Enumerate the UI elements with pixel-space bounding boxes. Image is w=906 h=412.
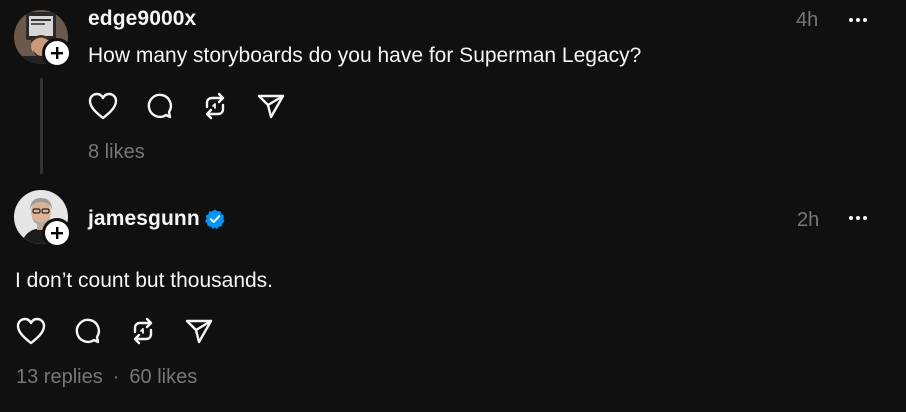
plus-icon: [51, 227, 63, 239]
replies-count[interactable]: 13 replies: [16, 366, 103, 388]
repost-button[interactable]: [198, 89, 232, 123]
likes-count[interactable]: 8 likes: [88, 141, 145, 163]
likes-count[interactable]: 60 likes: [129, 366, 197, 388]
share-button[interactable]: [182, 314, 216, 348]
ellipsis-icon: [849, 18, 867, 22]
username[interactable]: edge9000x: [88, 7, 196, 31]
ellipsis-icon: [849, 216, 867, 220]
share-button[interactable]: [254, 89, 288, 123]
username[interactable]: jamesgunn: [88, 207, 200, 231]
post-stats: 8 likes: [88, 141, 145, 164]
paper-plane-icon: [185, 319, 213, 344]
like-button[interactable]: [86, 89, 120, 123]
reply-button[interactable]: [70, 314, 104, 348]
avatar-container[interactable]: [14, 10, 72, 68]
post-stats: 13 replies · 60 likes: [16, 366, 197, 389]
timestamp[interactable]: 2h: [797, 209, 819, 232]
heart-icon: [16, 317, 46, 345]
action-bar: [86, 89, 288, 123]
plus-icon: [51, 47, 63, 59]
timestamp[interactable]: 4h: [796, 9, 818, 32]
avatar-container[interactable]: [14, 190, 72, 248]
reply-button[interactable]: [142, 89, 176, 123]
more-button[interactable]: [846, 208, 870, 228]
post-text: How many storyboards do you have for Sup…: [88, 44, 642, 67]
follow-button[interactable]: [42, 218, 72, 248]
verified-check-icon: [205, 209, 225, 229]
like-button[interactable]: [14, 314, 48, 348]
repost-icon: [133, 317, 153, 345]
repost-icon: [205, 92, 225, 120]
repost-button[interactable]: [126, 314, 160, 348]
more-button[interactable]: [846, 10, 870, 30]
follow-button[interactable]: [42, 38, 72, 68]
action-bar: [14, 314, 216, 348]
speech-bubble-icon: [147, 93, 173, 119]
post-text: I don’t count but thousands.: [15, 269, 274, 292]
heart-icon: [88, 92, 118, 120]
stats-separator: ·: [112, 366, 120, 388]
speech-bubble-icon: [75, 318, 101, 344]
paper-plane-icon: [257, 94, 285, 119]
thread-line: [40, 78, 43, 174]
